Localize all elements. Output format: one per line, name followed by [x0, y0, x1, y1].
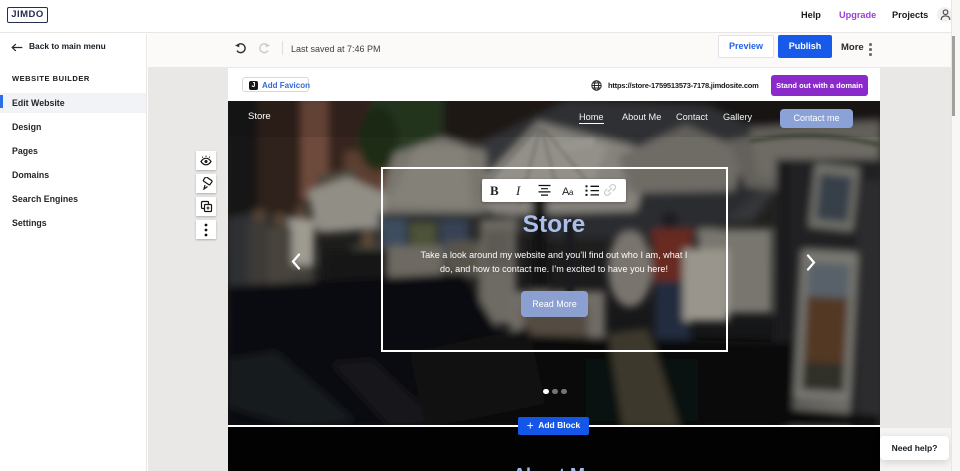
svg-text:B: B [490, 183, 499, 198]
svg-text:a: a [569, 188, 574, 197]
svg-text:I: I [515, 183, 521, 198]
